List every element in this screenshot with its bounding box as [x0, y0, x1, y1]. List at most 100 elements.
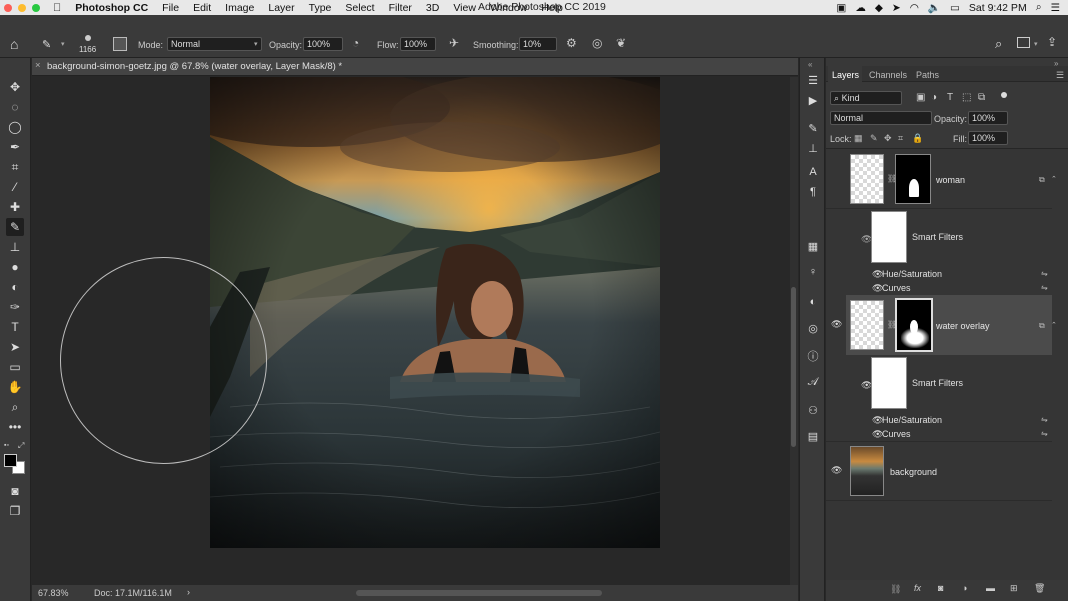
- status-menu-arrow[interactable]: ›: [187, 587, 190, 597]
- quick-mask-icon[interactable]: ◙: [6, 482, 24, 500]
- tab-paths[interactable]: Paths: [916, 70, 939, 80]
- chevron-down-icon[interactable]: ▾: [1034, 40, 1038, 48]
- paragraph-panel-icon[interactable]: A: [805, 164, 821, 180]
- clock[interactable]: Sat 9:42 PM: [969, 2, 1027, 14]
- adjustments-icon[interactable]: ◐: [805, 294, 821, 310]
- list-icon[interactable]: ☰: [1051, 2, 1060, 14]
- adjustment-layer-icon[interactable]: ◑: [962, 583, 967, 593]
- smoothing-field[interactable]: 10%: [519, 37, 557, 51]
- screen-mode-icon[interactable]: ❐: [6, 502, 24, 520]
- chevron-down-icon[interactable]: ▾: [61, 40, 65, 48]
- marquee-tool-icon[interactable]: ◌: [6, 98, 24, 116]
- gear-icon[interactable]: ⚙: [566, 36, 577, 50]
- volume-icon[interactable]: 🔈: [928, 1, 941, 14]
- filter-smart-object-icon[interactable]: ⧉: [978, 92, 985, 103]
- zoom-level[interactable]: 67.83%: [38, 588, 69, 598]
- minimize-window-button[interactable]: [18, 3, 26, 12]
- crop-tool-icon[interactable]: ⌗: [6, 158, 24, 176]
- tab-layers[interactable]: Layers: [832, 70, 859, 80]
- filter-options-icon[interactable]: ⇋: [1041, 269, 1048, 278]
- layer-opacity-field[interactable]: 100%: [968, 111, 1008, 125]
- type-tool-icon[interactable]: T: [6, 318, 24, 336]
- cursor-icon[interactable]: ➤: [892, 2, 901, 14]
- filter-options-icon[interactable]: ⇋: [1041, 283, 1048, 292]
- menu-select[interactable]: Select: [338, 2, 381, 14]
- lock-artboard-icon[interactable]: ⌗: [898, 133, 903, 144]
- scrollbar-thumb[interactable]: [791, 287, 796, 447]
- layer-mask-thumbnail[interactable]: [895, 298, 933, 352]
- opacity-field[interactable]: 100%: [303, 37, 343, 51]
- properties-icon[interactable]: ▤: [805, 428, 821, 444]
- libraries-icon[interactable]: ◎: [805, 320, 821, 336]
- close-tab-icon[interactable]: ×: [35, 60, 41, 71]
- brush-preset-dot[interactable]: [85, 35, 91, 41]
- healing-brush-tool-icon[interactable]: ✚: [6, 198, 24, 216]
- layer-mask-thumbnail[interactable]: [895, 154, 931, 204]
- smart-object-options-icon[interactable]: ⧉: [1039, 321, 1045, 331]
- quick-select-tool-icon[interactable]: ✒: [6, 138, 24, 156]
- document-tab[interactable]: × background-simon-goetz.jpg @ 67.8% (wa…: [32, 58, 798, 76]
- menu-filter[interactable]: Filter: [382, 2, 419, 14]
- add-mask-icon[interactable]: ◙: [938, 583, 943, 593]
- brushes-panel-icon[interactable]: ✎: [805, 120, 821, 136]
- layer-name[interactable]: water overlay: [936, 321, 990, 331]
- menu-type[interactable]: Type: [302, 2, 339, 14]
- swatches-icon[interactable]: ▦: [805, 238, 821, 254]
- vertical-scrollbar[interactable]: [790, 77, 798, 585]
- fill-field[interactable]: 100%: [968, 131, 1008, 145]
- move-tool-icon[interactable]: ✥: [6, 78, 24, 96]
- layer-name[interactable]: woman: [936, 175, 965, 185]
- glyphs-icon[interactable]: 𝒜: [805, 374, 821, 390]
- lock-pixels-icon[interactable]: ✎: [870, 133, 878, 144]
- menu-edit[interactable]: Edit: [186, 2, 218, 14]
- airbrush-icon[interactable]: ✈: [449, 36, 459, 50]
- menu-layer[interactable]: Layer: [261, 2, 301, 14]
- trash-icon[interactable]: 🗑: [1034, 583, 1045, 594]
- menu-3d[interactable]: 3D: [419, 2, 446, 14]
- lock-position-icon[interactable]: ✥: [884, 133, 892, 144]
- smart-filter-mask[interactable]: [871, 211, 907, 263]
- tab-channels[interactable]: Channels: [869, 70, 907, 80]
- apple-menu[interactable]: : [46, 2, 68, 14]
- filter-toggle-icon[interactable]: [1001, 92, 1007, 98]
- pressure-opacity-icon[interactable]: ◔: [352, 36, 359, 50]
- brush-size-value[interactable]: 1166: [79, 45, 96, 54]
- share-icon[interactable]: ⇪: [1047, 35, 1057, 49]
- wifi-icon[interactable]: ◠: [910, 2, 919, 14]
- brush-settings-panel-icon[interactable]: ☰: [805, 72, 821, 88]
- search-icon[interactable]: ⌕: [1036, 1, 1042, 14]
- lock-all-icon[interactable]: 🔒: [912, 133, 923, 144]
- smart-filters-label[interactable]: Smart Filters: [912, 232, 963, 242]
- search-icon[interactable]: ⌕: [995, 36, 1002, 52]
- filter-options-icon[interactable]: ⇋: [1041, 429, 1048, 438]
- filter-shape-icon[interactable]: ⬚: [962, 92, 971, 103]
- menu-file[interactable]: File: [155, 2, 186, 14]
- info-icon[interactable]: ⓘ: [805, 348, 821, 364]
- layer-style-icon[interactable]: fx: [914, 583, 921, 593]
- zoom-tool-icon[interactable]: ⌕: [6, 398, 24, 416]
- collapse-icon[interactable]: ⌃: [1051, 175, 1057, 183]
- collapse-icon[interactable]: ⌃: [1051, 321, 1057, 329]
- app-menu[interactable]: Photoshop CC: [68, 2, 155, 14]
- foreground-color[interactable]: [4, 454, 17, 467]
- home-icon[interactable]: ⌂: [10, 36, 18, 52]
- document-canvas[interactable]: [210, 77, 660, 548]
- lock-transparent-icon[interactable]: ▦: [854, 133, 863, 144]
- canvas-area[interactable]: [32, 77, 790, 585]
- filter-curves[interactable]: Curves: [882, 283, 911, 293]
- filter-hue-saturation[interactable]: Hue/Saturation: [882, 415, 942, 425]
- layer-name[interactable]: background: [890, 467, 937, 477]
- close-window-button[interactable]: [4, 3, 12, 12]
- pen-tool-icon[interactable]: ✑: [6, 298, 24, 316]
- filter-kind-select[interactable]: ⌕ Kind: [830, 91, 902, 105]
- eyedropper-tool-icon[interactable]: ⁄: [6, 178, 24, 196]
- smart-filters-label[interactable]: Smart Filters: [912, 378, 963, 388]
- brush-settings-icon[interactable]: [113, 37, 127, 51]
- clone-stamp-tool-icon[interactable]: ⊥: [6, 238, 24, 256]
- clone-source-icon[interactable]: ⊥: [805, 140, 821, 156]
- character-panel-icon[interactable]: ¶: [805, 184, 821, 200]
- blend-mode-select[interactable]: Normal: [830, 111, 932, 125]
- filter-adjustment-icon[interactable]: ◑: [931, 92, 937, 103]
- swap-colors-icon[interactable]: ⤢: [18, 441, 24, 451]
- eye-icon[interactable]: 👁: [831, 319, 842, 330]
